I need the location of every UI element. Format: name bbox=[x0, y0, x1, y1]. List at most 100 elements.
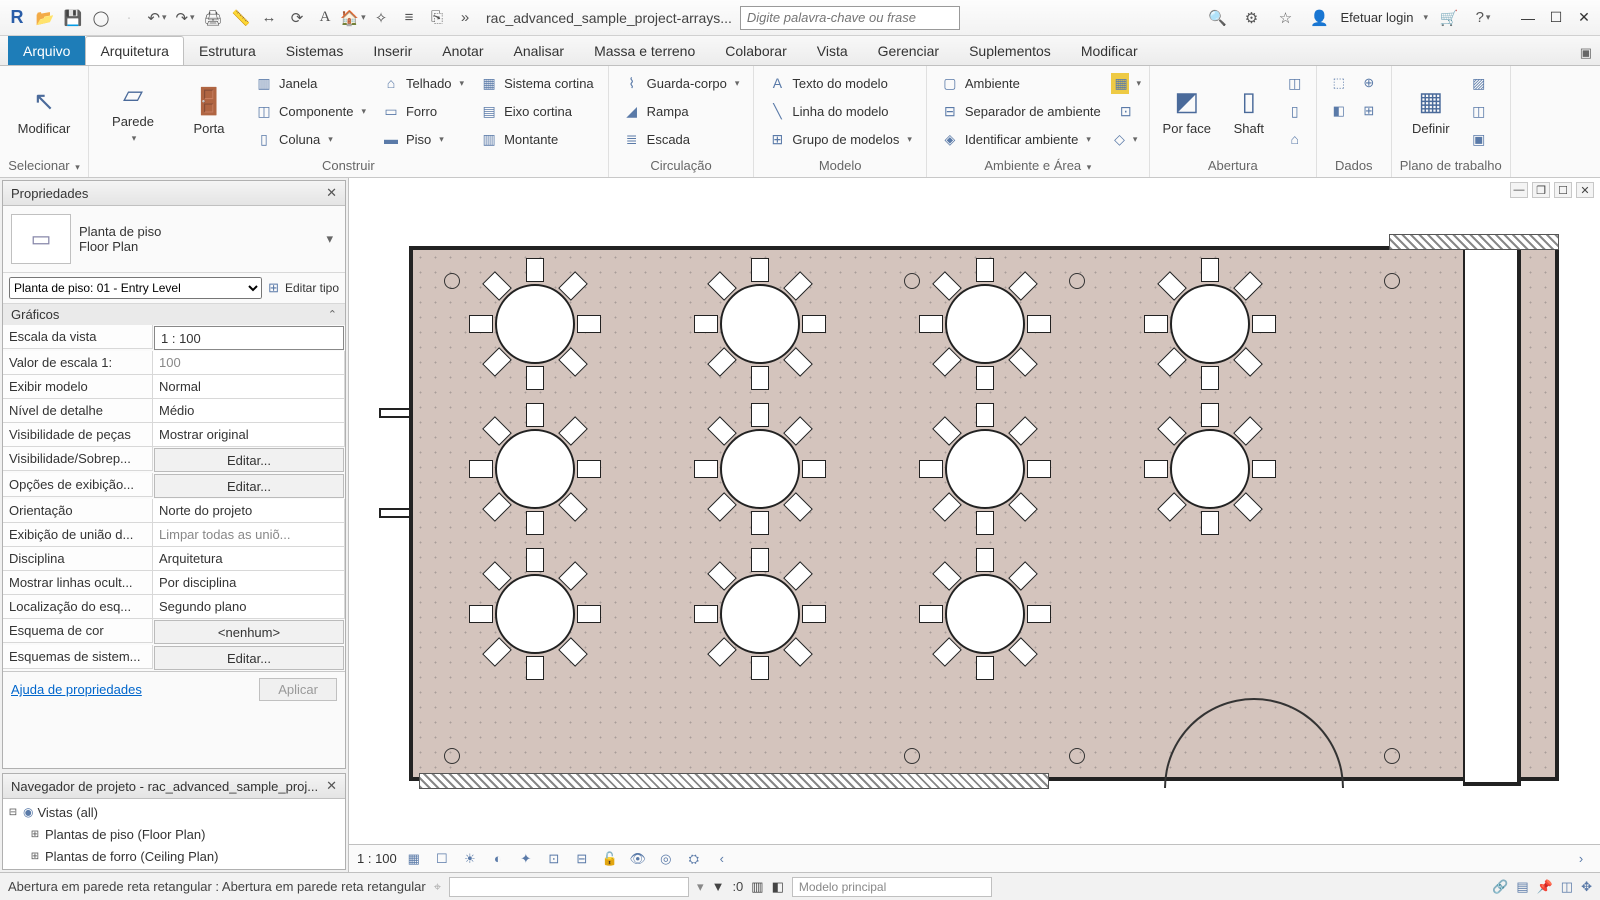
area-tag-button[interactable]: ◇▾ bbox=[1111, 126, 1141, 152]
login-dropdown-icon[interactable]: ▾ bbox=[1423, 12, 1428, 23]
prop-value[interactable]: Editar... bbox=[154, 646, 344, 670]
sync-icon[interactable]: ◯ bbox=[88, 5, 114, 31]
railing-button[interactable]: ⌇Guarda-corpo▾ bbox=[617, 70, 746, 96]
show-plane-button[interactable]: ▨ bbox=[1466, 70, 1492, 96]
tab-arquitetura[interactable]: Arquitetura bbox=[85, 36, 183, 65]
section-icon[interactable]: ✧ bbox=[368, 5, 394, 31]
instance-filter-select[interactable]: Planta de piso: 01 - Entry Level bbox=[9, 277, 262, 299]
curtain-grid-button[interactable]: ▤Eixo cortina bbox=[474, 98, 600, 124]
minimize-icon[interactable]: — bbox=[1516, 6, 1540, 30]
grid-button[interactable]: ⊕ bbox=[1355, 70, 1383, 96]
status-selection-icon[interactable]: ▾ bbox=[697, 879, 704, 895]
crop-visible-icon[interactable]: ⊟ bbox=[571, 849, 593, 869]
prop-value[interactable]: Por disciplina bbox=[153, 571, 345, 595]
floor-button[interactable]: ▬Piso▾ bbox=[376, 126, 470, 152]
open-icon[interactable]: 📂 bbox=[32, 5, 58, 31]
scroll-right-icon[interactable]: › bbox=[1570, 849, 1592, 869]
component-button[interactable]: ◫Componente▾ bbox=[249, 98, 372, 124]
search-go-icon[interactable]: 🔍 bbox=[1204, 5, 1230, 31]
select-dropdown-icon[interactable]: ▾ bbox=[75, 162, 80, 172]
close-hidden-icon[interactable]: ⎘ bbox=[424, 5, 450, 31]
mullion-button[interactable]: ▥Montante bbox=[474, 126, 600, 152]
tab-file[interactable]: Arquivo bbox=[8, 36, 85, 65]
viewer-button[interactable]: ▣ bbox=[1466, 126, 1492, 152]
status-design-opt-icon[interactable]: ◧ bbox=[772, 879, 784, 895]
modify-button[interactable]: ↖Modificar bbox=[8, 70, 80, 152]
search-input[interactable] bbox=[740, 6, 960, 30]
prop-value[interactable]: Mostrar original bbox=[153, 423, 345, 447]
prop-value[interactable]: Norte do projeto bbox=[153, 499, 345, 523]
help-icon[interactable]: ?▾ bbox=[1470, 5, 1496, 31]
room-button[interactable]: ▢Ambiente bbox=[935, 70, 1107, 96]
visual-style-icon[interactable]: ☐ bbox=[431, 849, 453, 869]
temp-hide-icon[interactable]: 👁 bbox=[627, 849, 649, 869]
tab-estrutura[interactable]: Estrutura bbox=[184, 36, 271, 65]
favorite-icon[interactable]: ☆ bbox=[1272, 5, 1298, 31]
tab-massa[interactable]: Massa e terreno bbox=[579, 36, 710, 65]
model-group-button[interactable]: ⊞Grupo de modelos▾ bbox=[762, 126, 917, 152]
tab-gerenciar[interactable]: Gerenciar bbox=[863, 36, 954, 65]
tab-anotar[interactable]: Anotar bbox=[427, 36, 498, 65]
rendering-icon[interactable]: ✦ bbox=[515, 849, 537, 869]
text-icon[interactable]: A bbox=[312, 5, 338, 31]
worksharing-icon[interactable]: ⛭ bbox=[683, 849, 705, 869]
drawing-canvas[interactable] bbox=[349, 178, 1600, 844]
prop-value[interactable]: Editar... bbox=[154, 474, 344, 498]
close-icon[interactable]: ✕ bbox=[1572, 6, 1596, 30]
app-logo-icon[interactable]: R bbox=[4, 5, 30, 31]
prop-value[interactable]: 1 : 100 bbox=[154, 326, 344, 350]
shaft-button[interactable]: ▯Shaft bbox=[1220, 70, 1278, 152]
door-button[interactable]: 🚪Porta bbox=[173, 70, 245, 152]
prop-value[interactable]: Editar... bbox=[154, 448, 344, 472]
tab-vista[interactable]: Vista bbox=[802, 36, 863, 65]
wall-button[interactable]: ▱Parede▾ bbox=[97, 70, 169, 152]
apply-button[interactable]: Aplicar bbox=[259, 678, 337, 701]
status-filter-icon[interactable]: ▼ bbox=[712, 879, 725, 894]
category-collapse-icon[interactable]: ⌃ bbox=[328, 308, 337, 321]
workset-select[interactable] bbox=[792, 877, 992, 897]
login-link[interactable]: Efetuar login bbox=[1340, 10, 1413, 25]
prop-value[interactable]: Segundo plano bbox=[153, 595, 345, 619]
drag-elements-icon[interactable]: ✥ bbox=[1581, 879, 1592, 895]
stair-button[interactable]: ≣Escada bbox=[617, 126, 746, 152]
view-close-icon[interactable]: ✕ bbox=[1576, 182, 1594, 198]
model-line-button[interactable]: ╲Linha do modelo bbox=[762, 98, 917, 124]
type-selector[interactable]: ▭ Planta de piso Floor Plan ▾ bbox=[3, 206, 345, 273]
exchange-icon[interactable]: 🛒 bbox=[1436, 5, 1462, 31]
select-pinned-icon[interactable]: 📌 bbox=[1537, 879, 1553, 895]
project-browser-close-icon[interactable]: ✕ bbox=[326, 778, 337, 794]
tab-suplementos[interactable]: Suplementos bbox=[954, 36, 1066, 65]
type-dropdown-icon[interactable]: ▾ bbox=[322, 227, 337, 251]
user-icon[interactable]: 👤 bbox=[1306, 5, 1332, 31]
ref-plane-button[interactable]: ◫ bbox=[1466, 98, 1492, 124]
redo-icon[interactable]: ↷▾ bbox=[172, 5, 198, 31]
tree-root-views[interactable]: ⊟◉Vistas (all) bbox=[7, 801, 341, 823]
status-editable-icon[interactable]: ▥ bbox=[751, 879, 763, 895]
tab-colaborar[interactable]: Colaborar bbox=[710, 36, 801, 65]
dormer-button[interactable]: ⌂ bbox=[1282, 126, 1308, 152]
by-face-button[interactable]: ◩Por face bbox=[1158, 70, 1216, 152]
vertical-opening-button[interactable]: ▯ bbox=[1282, 98, 1308, 124]
room-group-dropdown-icon[interactable]: ▾ bbox=[1087, 162, 1092, 172]
tab-modificar[interactable]: Modificar bbox=[1066, 36, 1153, 65]
tree-minus-icon[interactable]: ⊟ bbox=[7, 807, 19, 818]
set-workplane-button[interactable]: ▦Definir bbox=[1400, 70, 1462, 152]
tree-plus-icon[interactable]: ⊞ bbox=[29, 829, 41, 840]
keynote-icon[interactable]: ⚙ bbox=[1238, 5, 1264, 31]
window-button[interactable]: ▥Janela bbox=[249, 70, 372, 96]
tree-ceilingplans[interactable]: ⊞Plantas de forro (Ceiling Plan) bbox=[7, 845, 341, 867]
tree-plus-icon[interactable]: ⊞ bbox=[29, 851, 41, 862]
select-face-icon[interactable]: ◫ bbox=[1561, 879, 1573, 895]
prop-value[interactable]: Normal bbox=[153, 375, 345, 399]
undo-icon[interactable]: ↶▾ bbox=[144, 5, 170, 31]
unlock-3d-icon[interactable]: 🔓 bbox=[599, 849, 621, 869]
thinlines-icon[interactable]: ≡ bbox=[396, 5, 422, 31]
datum-4-button[interactable]: ⊞ bbox=[1355, 98, 1383, 124]
maximize-icon[interactable]: ☐ bbox=[1544, 6, 1568, 30]
status-type-selector[interactable] bbox=[449, 877, 689, 897]
crop-view-icon[interactable]: ⊡ bbox=[543, 849, 565, 869]
dimension-icon[interactable]: ↔ bbox=[256, 5, 282, 31]
tree-floorplans[interactable]: ⊞Plantas de piso (Floor Plan) bbox=[7, 823, 341, 845]
tab-sistemas[interactable]: Sistemas bbox=[271, 36, 359, 65]
ribbon-collapse-icon[interactable]: ▣ bbox=[1572, 41, 1600, 65]
